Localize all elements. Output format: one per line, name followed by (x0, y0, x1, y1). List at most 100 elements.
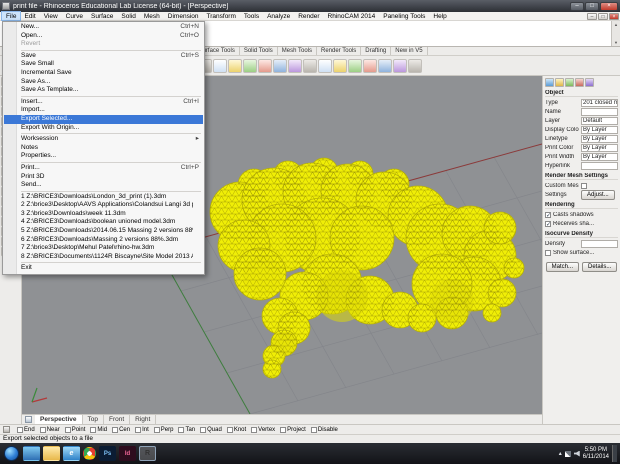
fillet-icon[interactable] (363, 58, 377, 73)
move-icon[interactable] (228, 58, 242, 73)
viewport-tab-front[interactable]: Front (104, 415, 131, 424)
file-menu-item-new[interactable]: New... Ctrl+N (4, 23, 203, 32)
viewport-grid-icon[interactable] (25, 416, 32, 423)
command-scrollbar[interactable]: ▲ ▼ (611, 21, 620, 46)
viewport-tab-right[interactable]: Right (130, 415, 157, 424)
scroll-down-icon[interactable]: ▼ (614, 40, 618, 45)
match-button[interactable]: Match... (545, 262, 579, 272)
child-close-button[interactable]: × (609, 12, 619, 20)
file-menu-item-print[interactable]: Print... Ctrl+P (4, 164, 203, 173)
file-menu-item-save-as-template[interactable]: Save As Template... (4, 86, 203, 95)
rotate-icon[interactable] (258, 58, 272, 73)
menu-render[interactable]: Render (294, 12, 323, 20)
trim-icon[interactable] (333, 58, 347, 73)
layers-icon[interactable] (408, 58, 422, 73)
file-menu-item-print-3d[interactable]: Print 3D (4, 173, 203, 182)
menu-curve[interactable]: Curve (62, 12, 87, 20)
osnap-checkbox-point[interactable] (64, 426, 71, 433)
menu-dimension[interactable]: Dimension (164, 12, 203, 20)
property-value-print-width[interactable]: By Layer (581, 152, 618, 161)
menu-analyze[interactable]: Analyze (263, 12, 294, 20)
property-value-layer[interactable]: Default (581, 116, 618, 125)
file-menu-item-7-z-brice3-desktop-mehul-patel-rhino-hw-3dm[interactable]: 7 Z:\brice3\Desktop\Mehul Patel\rhino-hw… (4, 244, 203, 253)
osnap-knot[interactable]: Knot (226, 426, 246, 433)
menu-surface[interactable]: Surface (87, 12, 117, 20)
file-menu-item-export-with-origin[interactable]: Export With Origin... (4, 124, 203, 133)
start-button[interactable] (4, 446, 19, 461)
file-menu-item-send[interactable]: Send... (4, 181, 203, 190)
show-desktop-button[interactable] (612, 445, 617, 462)
property-value-type[interactable]: 201 closed mes... (581, 98, 618, 107)
menu-paneling-tools[interactable]: Paneling Tools (379, 12, 429, 20)
osnap-end[interactable]: End (17, 426, 35, 433)
toolbar-tab-drafting[interactable]: Drafting (361, 47, 392, 55)
file-menu-item-6-z-brice3-downloads-massing-2-versions-88-3dm[interactable]: 6 Z:\BRICE3\Downloads\Massing 2 versions… (4, 236, 203, 245)
rhino-icon[interactable]: R (139, 446, 156, 461)
toolbar-tab-solid-tools[interactable]: Solid Tools (240, 47, 278, 55)
file-menu-item-properties[interactable]: Properties... (4, 152, 203, 161)
shade-icon[interactable] (213, 58, 227, 73)
join-icon[interactable] (303, 58, 317, 73)
internet-explorer-icon[interactable]: e (63, 446, 80, 461)
osnap-checkbox-project[interactable] (280, 426, 287, 433)
viewport-tab-top[interactable]: Top (83, 415, 104, 424)
file-menu-item-2-z-brice3-desktop-aavs-applications-colandsui-langi-3d-printing-3dm[interactable]: 2 Z:\brice3\Desktop\AAVS Applications\Co… (4, 201, 203, 210)
display-tab-icon[interactable] (565, 78, 574, 87)
menu-mesh[interactable]: Mesh (140, 12, 164, 20)
explorer-folder-icon[interactable] (43, 446, 60, 461)
file-menu-item-notes[interactable]: Notes (4, 144, 203, 153)
menu-edit[interactable]: Edit (20, 12, 39, 20)
property-value-hyperlink[interactable] (581, 161, 618, 170)
toolbar-tab-mesh-tools[interactable]: Mesh Tools (278, 47, 317, 55)
file-menu-item-import[interactable]: Import... (4, 106, 203, 115)
osnap-vertex[interactable]: Vertex (251, 426, 275, 433)
details-button[interactable]: Details... (582, 262, 618, 272)
file-menu-item-exit[interactable]: Exit (4, 264, 203, 273)
property-value-display-color[interactable]: By Layer (581, 125, 618, 134)
layers-tab-icon[interactable] (555, 78, 564, 87)
split-icon[interactable] (348, 58, 362, 73)
scale-icon[interactable] (273, 58, 287, 73)
close-button[interactable]: × (600, 1, 618, 11)
menu-rhinocam-2014[interactable]: RhinoCAM 2014 (324, 12, 380, 20)
osnap-int[interactable]: Int (135, 426, 149, 433)
menu-file[interactable]: File (0, 11, 22, 21)
osnap-checkbox-tan[interactable] (178, 426, 185, 433)
child-minimize-button[interactable]: – (587, 12, 597, 20)
casts-shadows-checkbox[interactable] (545, 211, 551, 219)
osnap-checkbox-quad[interactable] (200, 426, 207, 433)
file-menu-item-3-z-brice3-downloads-week-11-3dm[interactable]: 3 Z:\brice3\Downloads\week 11.3dm (4, 210, 203, 219)
file-menu-item-8-z-brice3-documents-1124r-biscayne-site-model-2013-a1-site-model-3dm[interactable]: 8 Z:\BRICE3\Documents\1124R Biscayne\Sit… (4, 253, 203, 262)
property-value-print-color[interactable]: By Layer (581, 143, 618, 152)
toolbar-tab-new-in-v5[interactable]: New in V5 (391, 47, 428, 55)
network-icon[interactable] (564, 450, 571, 457)
viewport-tab-perspective[interactable]: Perspective (35, 415, 83, 424)
file-menu-item-1-z-brice3-downloads-london-3d-print-1-3dm[interactable]: 1 Z:\BRICE3\Downloads\London_3d_print (1… (4, 193, 203, 202)
properties-tab-icon[interactable] (545, 78, 554, 87)
windows-media-icon[interactable] (23, 446, 40, 461)
receives-shadows-checkbox[interactable] (545, 220, 551, 228)
render-tab-icon[interactable] (575, 78, 584, 87)
array-icon[interactable] (393, 58, 407, 73)
show-surface-checkbox[interactable] (545, 249, 551, 256)
osnap-project[interactable]: Project (280, 426, 306, 433)
osnap-cen[interactable]: Cen (112, 426, 130, 433)
osnap-point[interactable]: Point (64, 426, 85, 433)
osnap-checkbox-knot[interactable] (226, 426, 233, 433)
menu-transform[interactable]: Transform (203, 12, 240, 20)
file-menu-item-insert[interactable]: Insert... Ctrl+I (4, 98, 203, 107)
osnap-checkbox-mid[interactable] (90, 426, 97, 433)
osnap-checkbox-perp[interactable] (153, 426, 160, 433)
photoshop-icon[interactable]: Ps (99, 446, 116, 461)
osnap-checkbox-cen[interactable] (112, 426, 119, 433)
menu-solid[interactable]: Solid (117, 12, 139, 20)
osnap-quad[interactable]: Quad (200, 426, 222, 433)
adjust-button[interactable]: Adjust... (581, 189, 615, 200)
osnap-checkbox-vertex[interactable] (251, 426, 258, 433)
file-menu-item-save[interactable]: Save Ctrl+S (4, 52, 203, 61)
explode-icon[interactable] (318, 58, 332, 73)
file-menu-item-4-z-brice3-downloads-boolean-unioned-model-3dm[interactable]: 4 Z:\BRICE3\Downloads\boolean unioned mo… (4, 218, 203, 227)
taskbar-clock[interactable]: 5:50 PM 6/11/2014 (583, 447, 609, 461)
osnap-magnet-icon[interactable] (3, 426, 10, 433)
file-menu-item-open[interactable]: Open... Ctrl+O (4, 32, 203, 41)
